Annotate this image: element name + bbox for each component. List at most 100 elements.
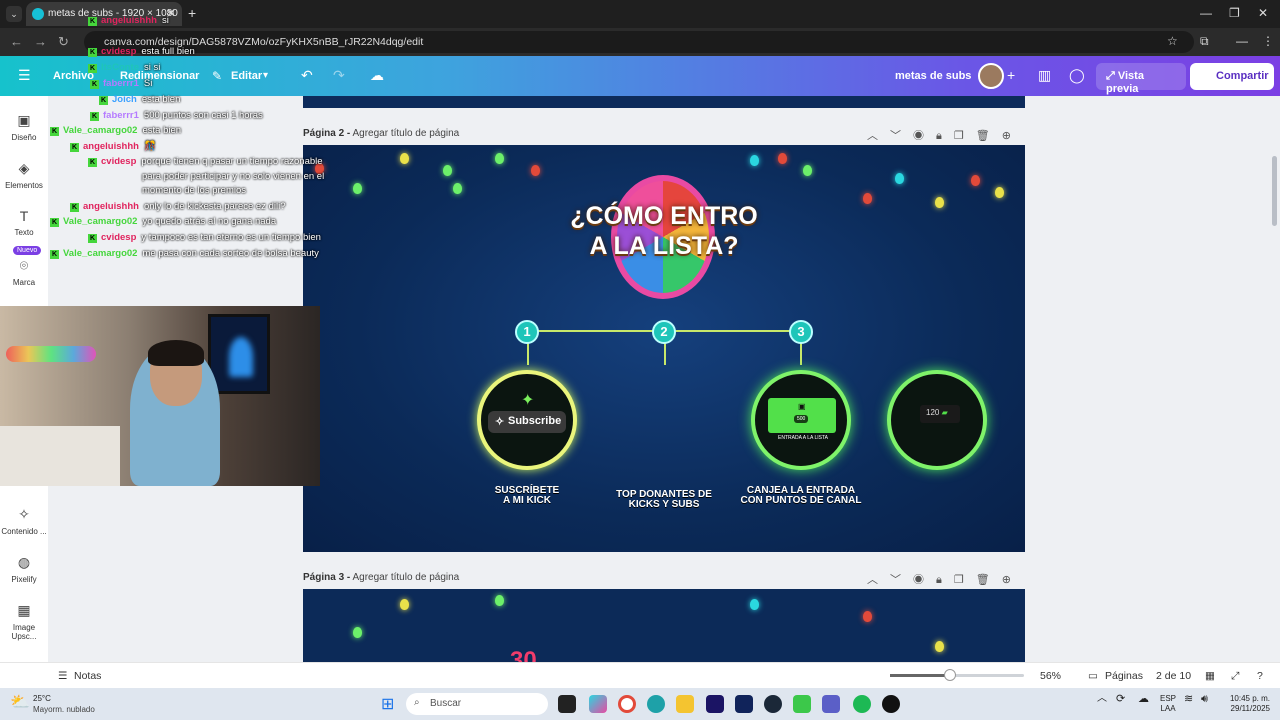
light-bulb: [935, 641, 944, 652]
move-down-icon[interactable]: ﹀: [890, 574, 913, 586]
slide-canvas[interactable]: ¿CÓMO ENTRO A LA LISTA? 1 2 3 ✦ ✧ Subscr…: [303, 145, 1025, 552]
add-page-icon[interactable]: ⊕: [1002, 574, 1023, 586]
onedrive-icon[interactable]: ☁: [1138, 694, 1149, 705]
zoom-slider[interactable]: [890, 674, 1024, 677]
hide-icon[interactable]: ◉: [913, 574, 936, 586]
language-indicator[interactable]: ESP LAA: [1160, 694, 1176, 714]
editor-scrollbar[interactable]: [1272, 156, 1277, 226]
windows-start-icon[interactable]: ⊞: [381, 694, 394, 714]
chat-text: esta full bien: [141, 46, 195, 57]
lock-icon[interactable]: 🔒︎: [936, 130, 954, 142]
sidebar-item-pixelify[interactable]: ◍ Pixelify: [0, 554, 48, 584]
weather-temp[interactable]: 25°C: [33, 694, 51, 703]
minimize-icon[interactable]: —: [1200, 6, 1212, 20]
chat-text: porque tienen q pasar un tiempo razonabl…: [141, 156, 323, 167]
caption-step-1: SUSCRÍBETE A MI KICK: [481, 486, 573, 506]
chrome-icon[interactable]: [618, 695, 636, 713]
sidebar-item-content[interactable]: ✧ Contenido ...: [0, 506, 48, 536]
weather-desc[interactable]: Mayorm. nublado: [33, 705, 95, 714]
trash-icon[interactable]: 🗑︎: [976, 574, 1002, 586]
move-up-icon[interactable]: ︿: [867, 574, 890, 586]
page-3-add-title[interactable]: Agregar título de página: [352, 572, 459, 583]
network-tray-icon[interactable]: ⟳: [1116, 694, 1125, 705]
light-bulb: [353, 183, 362, 194]
trash-icon[interactable]: 🗑︎: [976, 130, 1002, 142]
move-up-icon[interactable]: ︿: [867, 130, 890, 142]
chat-overlay: Kangeluishhh si Kcvidesp esta full bien KI…: [0, 0, 340, 270]
chat-message: Kangeluishhh 🎊: [70, 141, 156, 152]
avatar[interactable]: [978, 63, 1004, 89]
kick-icon: K: [88, 48, 97, 57]
game-icon[interactable]: [793, 695, 811, 713]
audition-icon[interactable]: [735, 695, 753, 713]
pages-button[interactable]: Páginas: [1105, 670, 1143, 682]
chat-message: Kcvidesp porque tienen q pasar un tiempo …: [88, 156, 323, 167]
volume-icon[interactable]: 🔊︎: [1201, 694, 1208, 705]
add-collaborator-icon[interactable]: +: [1007, 67, 1015, 83]
hide-icon[interactable]: ◉: [913, 130, 936, 142]
taskbar-search[interactable]: ⌕ Buscar: [406, 693, 548, 715]
chat-message: Kangeluishhh si: [88, 15, 169, 26]
page-3-tools: ︿﹀◉🔒︎❐🗑︎⊕: [867, 571, 1023, 587]
copilot-icon[interactable]: [589, 695, 607, 713]
chat-user: faberrr1: [103, 110, 139, 121]
kick-icon: K: [90, 112, 99, 121]
sidebar-item-label: Contenido ...: [1, 527, 47, 536]
page-3-canvas[interactable]: 30: [303, 589, 1025, 662]
light-bulb: [495, 153, 504, 164]
light-bulb: [495, 595, 504, 606]
wifi-icon[interactable]: ≋: [1184, 694, 1193, 705]
design-name[interactable]: metas de subs: [895, 70, 971, 82]
chat-message: Kfaberrr1 Si: [90, 78, 152, 89]
duplicate-icon[interactable]: ❐: [954, 130, 976, 142]
tray-chevron-icon[interactable]: ︿: [1097, 694, 1107, 704]
chat-message: Kcvidesp esta full bien: [88, 46, 195, 57]
close-window-icon[interactable]: ✕: [1258, 6, 1268, 20]
notes-button[interactable]: Notas: [74, 670, 101, 682]
obs-icon[interactable]: [882, 695, 900, 713]
restore-icon[interactable]: ❐: [1229, 6, 1240, 20]
chat-text: para poder participar y no solo vienen e…: [142, 171, 325, 182]
christmas-lights: [6, 346, 96, 362]
duplicate-icon[interactable]: ❐: [954, 574, 976, 586]
chat-message: K Vale_camargo02 esta bien: [50, 125, 181, 136]
lock-icon[interactable]: 🔒︎: [936, 574, 954, 586]
share-button[interactable]: Compartir: [1190, 63, 1274, 90]
light-bulb: [453, 183, 462, 194]
chat-user: Vale_camargo02: [63, 248, 138, 259]
chrome-menu-icon[interactable]: —: [1236, 34, 1248, 48]
grid-view-icon[interactable]: ▦: [1205, 670, 1215, 682]
help-icon[interactable]: ?: [1257, 670, 1263, 682]
spotify-icon[interactable]: [853, 695, 871, 713]
zoom-level[interactable]: 56%: [1040, 670, 1061, 682]
page-1-preview[interactable]: [303, 96, 1025, 108]
page-2-add-title[interactable]: Agregar título de página: [352, 128, 459, 139]
fullscreen-icon[interactable]: ⤢: [1231, 670, 1239, 683]
teams-icon[interactable]: [822, 695, 840, 713]
chat-text: 500 puntos son casi 1 horas: [143, 110, 263, 121]
chat-user: cvidesp: [101, 46, 137, 57]
kick-icon: K: [90, 80, 99, 89]
cloud-save-icon[interactable]: ☁: [370, 67, 384, 84]
steam-icon[interactable]: [764, 695, 782, 713]
editor-footer: ☰ Notas 56% ▭ Páginas 2 de 10 ▦ ⤢ ?: [0, 662, 1280, 688]
file-explorer-icon[interactable]: [676, 695, 694, 713]
task-view-icon[interactable]: [558, 695, 576, 713]
sidebar-item-label: Image Upsc...: [11, 623, 37, 641]
bookmark-star-icon[interactable]: ☆: [1167, 34, 1178, 48]
clock[interactable]: 10:45 p. m. 29/11/2025: [1218, 694, 1270, 714]
sidebar-item-upscale[interactable]: ▦ Image Upsc...: [0, 602, 48, 641]
light-bulb: [803, 165, 812, 176]
preview-button[interactable]: ⤢ Vista previa: [1096, 63, 1186, 95]
move-down-icon[interactable]: ﹀: [890, 130, 913, 142]
kick-icon: K: [50, 250, 59, 259]
light-bulb: [400, 599, 409, 610]
chat-text: momento de los premios: [142, 185, 247, 196]
insights-icon[interactable]: ▥: [1038, 67, 1051, 84]
premiere-icon[interactable]: [706, 695, 724, 713]
edge-icon[interactable]: [647, 695, 665, 713]
comment-icon[interactable]: ◯: [1069, 67, 1085, 84]
more-icon[interactable]: ⋮: [1262, 34, 1274, 48]
add-page-icon[interactable]: ⊕: [1002, 130, 1023, 142]
extensions-icon[interactable]: ⧉: [1200, 34, 1209, 49]
